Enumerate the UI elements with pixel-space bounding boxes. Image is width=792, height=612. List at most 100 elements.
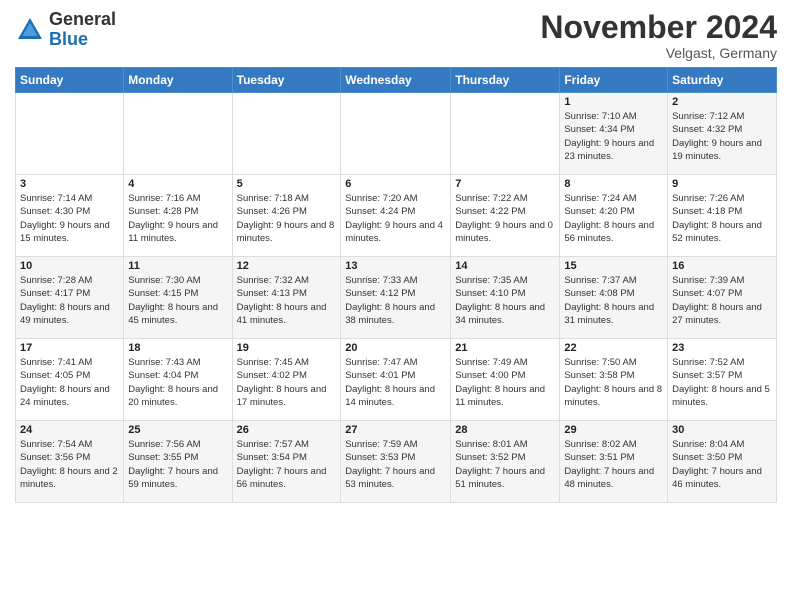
day-info: Sunrise: 7:47 AM Sunset: 4:01 PM Dayligh… [345,356,446,409]
title-block: November 2024 Velgast, Germany [540,10,777,61]
day-info: Sunrise: 7:18 AM Sunset: 4:26 PM Dayligh… [237,192,337,245]
table-row: 7 Sunrise: 7:22 AM Sunset: 4:22 PM Daylig… [451,175,560,257]
logo-text: General Blue [49,10,116,50]
table-row [341,93,451,175]
table-row: 9Sunrise: 7:26 AM Sunset: 4:18 PM Daylig… [668,175,777,257]
day-info: Sunrise: 7:49 AM Sunset: 4:00 PM Dayligh… [455,356,555,409]
col-tuesday: Tuesday [232,68,341,93]
day-number: 28 [455,424,555,436]
col-wednesday: Wednesday [341,68,451,93]
day-number: 12 [237,260,337,272]
day-number: 15 [564,260,663,272]
table-row: 6 Sunrise: 7:20 AM Sunset: 4:24 PM Daylig… [341,175,451,257]
day-number: 2 [672,96,772,108]
day-info: Sunrise: 7:22 AM Sunset: 4:22 PM Dayligh… [455,192,555,245]
table-row: 3 Sunrise: 7:14 AM Sunset: 4:30 PM Daylig… [16,175,124,257]
day-info: Sunrise: 7:24 AM Sunset: 4:20 PM Dayligh… [564,192,663,245]
table-row: 14 Sunrise: 7:35 AM Sunset: 4:10 PM Dayli… [451,257,560,339]
table-row: 13 Sunrise: 7:33 AM Sunset: 4:12 PM Dayli… [341,257,451,339]
day-number: 3 [20,178,119,190]
logo-general: General [49,9,116,29]
table-row: 23Sunrise: 7:52 AM Sunset: 3:57 PM Dayli… [668,339,777,421]
day-info: Sunrise: 7:16 AM Sunset: 4:28 PM Dayligh… [128,192,227,245]
day-info: Sunrise: 7:52 AM Sunset: 3:57 PM Dayligh… [672,356,772,409]
day-number: 18 [128,342,227,354]
day-info: Sunrise: 8:02 AM Sunset: 3:51 PM Dayligh… [564,438,663,491]
table-row: 12Sunrise: 7:32 AM Sunset: 4:13 PM Dayli… [232,257,341,339]
day-number: 30 [672,424,772,436]
day-number: 11 [128,260,227,272]
table-row: 20 Sunrise: 7:47 AM Sunset: 4:01 PM Dayli… [341,339,451,421]
day-number: 5 [237,178,337,190]
logo: General Blue [15,10,116,50]
table-row: 29 Sunrise: 8:02 AM Sunset: 3:51 PM Dayli… [560,421,668,503]
day-number: 17 [20,342,119,354]
calendar-week-4: 17 Sunrise: 7:41 AM Sunset: 4:05 PM Dayli… [16,339,777,421]
table-row: 17 Sunrise: 7:41 AM Sunset: 4:05 PM Dayli… [16,339,124,421]
table-row [124,93,232,175]
day-number: 21 [455,342,555,354]
day-number: 16 [672,260,772,272]
day-number: 25 [128,424,227,436]
table-row: 25 Sunrise: 7:56 AM Sunset: 3:55 PM Dayli… [124,421,232,503]
table-row: 19Sunrise: 7:45 AM Sunset: 4:02 PM Dayli… [232,339,341,421]
table-row: 11 Sunrise: 7:30 AM Sunset: 4:15 PM Dayli… [124,257,232,339]
table-row [451,93,560,175]
table-row: 5 Sunrise: 7:18 AM Sunset: 4:26 PM Daylig… [232,175,341,257]
day-info: Sunrise: 7:41 AM Sunset: 4:05 PM Dayligh… [20,356,119,409]
day-number: 26 [237,424,337,436]
day-info: Sunrise: 7:12 AM Sunset: 4:32 PM Dayligh… [672,110,772,163]
day-info: Sunrise: 8:01 AM Sunset: 3:52 PM Dayligh… [455,438,555,491]
day-number: 6 [345,178,446,190]
page-container: General Blue November 2024 Velgast, Germ… [0,0,792,508]
day-info: Sunrise: 7:54 AM Sunset: 3:56 PM Dayligh… [20,438,119,491]
day-info: Sunrise: 7:30 AM Sunset: 4:15 PM Dayligh… [128,274,227,327]
day-number: 8 [564,178,663,190]
day-info: Sunrise: 7:43 AM Sunset: 4:04 PM Dayligh… [128,356,227,409]
day-info: Sunrise: 7:39 AM Sunset: 4:07 PM Dayligh… [672,274,772,327]
table-row: 1 Sunrise: 7:10 AM Sunset: 4:34 PM Daylig… [560,93,668,175]
logo-blue: Blue [49,29,88,49]
day-info: Sunrise: 7:56 AM Sunset: 3:55 PM Dayligh… [128,438,227,491]
day-number: 4 [128,178,227,190]
day-info: Sunrise: 7:35 AM Sunset: 4:10 PM Dayligh… [455,274,555,327]
day-number: 20 [345,342,446,354]
page-header: General Blue November 2024 Velgast, Germ… [15,10,777,61]
day-number: 29 [564,424,663,436]
day-number: 10 [20,260,119,272]
day-number: 27 [345,424,446,436]
col-thursday: Thursday [451,68,560,93]
col-saturday: Saturday [668,68,777,93]
day-number: 7 [455,178,555,190]
day-number: 1 [564,96,663,108]
table-row: 21 Sunrise: 7:49 AM Sunset: 4:00 PM Dayli… [451,339,560,421]
table-row: 4 Sunrise: 7:16 AM Sunset: 4:28 PM Daylig… [124,175,232,257]
day-number: 19 [237,342,337,354]
day-info: Sunrise: 7:14 AM Sunset: 4:30 PM Dayligh… [20,192,119,245]
day-info: Sunrise: 7:10 AM Sunset: 4:34 PM Dayligh… [564,110,663,163]
day-info: Sunrise: 7:28 AM Sunset: 4:17 PM Dayligh… [20,274,119,327]
calendar-week-2: 3 Sunrise: 7:14 AM Sunset: 4:30 PM Daylig… [16,175,777,257]
table-row: 30Sunrise: 8:04 AM Sunset: 3:50 PM Dayli… [668,421,777,503]
day-number: 24 [20,424,119,436]
calendar-header-row: Sunday Monday Tuesday Wednesday Thursday… [16,68,777,93]
table-row: 18 Sunrise: 7:43 AM Sunset: 4:04 PM Dayli… [124,339,232,421]
table-row: 27 Sunrise: 7:59 AM Sunset: 3:53 PM Dayli… [341,421,451,503]
calendar-table: Sunday Monday Tuesday Wednesday Thursday… [15,67,777,503]
table-row: 15Sunrise: 7:37 AM Sunset: 4:08 PM Dayli… [560,257,668,339]
calendar-week-1: 1 Sunrise: 7:10 AM Sunset: 4:34 PM Daylig… [16,93,777,175]
col-monday: Monday [124,68,232,93]
table-row: 16 Sunrise: 7:39 AM Sunset: 4:07 PM Dayli… [668,257,777,339]
table-row: 22Sunrise: 7:50 AM Sunset: 3:58 PM Dayli… [560,339,668,421]
table-row: 8 Sunrise: 7:24 AM Sunset: 4:20 PM Daylig… [560,175,668,257]
day-info: Sunrise: 7:20 AM Sunset: 4:24 PM Dayligh… [345,192,446,245]
day-number: 13 [345,260,446,272]
col-sunday: Sunday [16,68,124,93]
day-info: Sunrise: 7:33 AM Sunset: 4:12 PM Dayligh… [345,274,446,327]
location-subtitle: Velgast, Germany [540,45,777,61]
day-number: 14 [455,260,555,272]
day-info: Sunrise: 7:59 AM Sunset: 3:53 PM Dayligh… [345,438,446,491]
day-number: 22 [564,342,663,354]
table-row: 2 Sunrise: 7:12 AM Sunset: 4:32 PM Daylig… [668,93,777,175]
table-row: 26Sunrise: 7:57 AM Sunset: 3:54 PM Dayli… [232,421,341,503]
